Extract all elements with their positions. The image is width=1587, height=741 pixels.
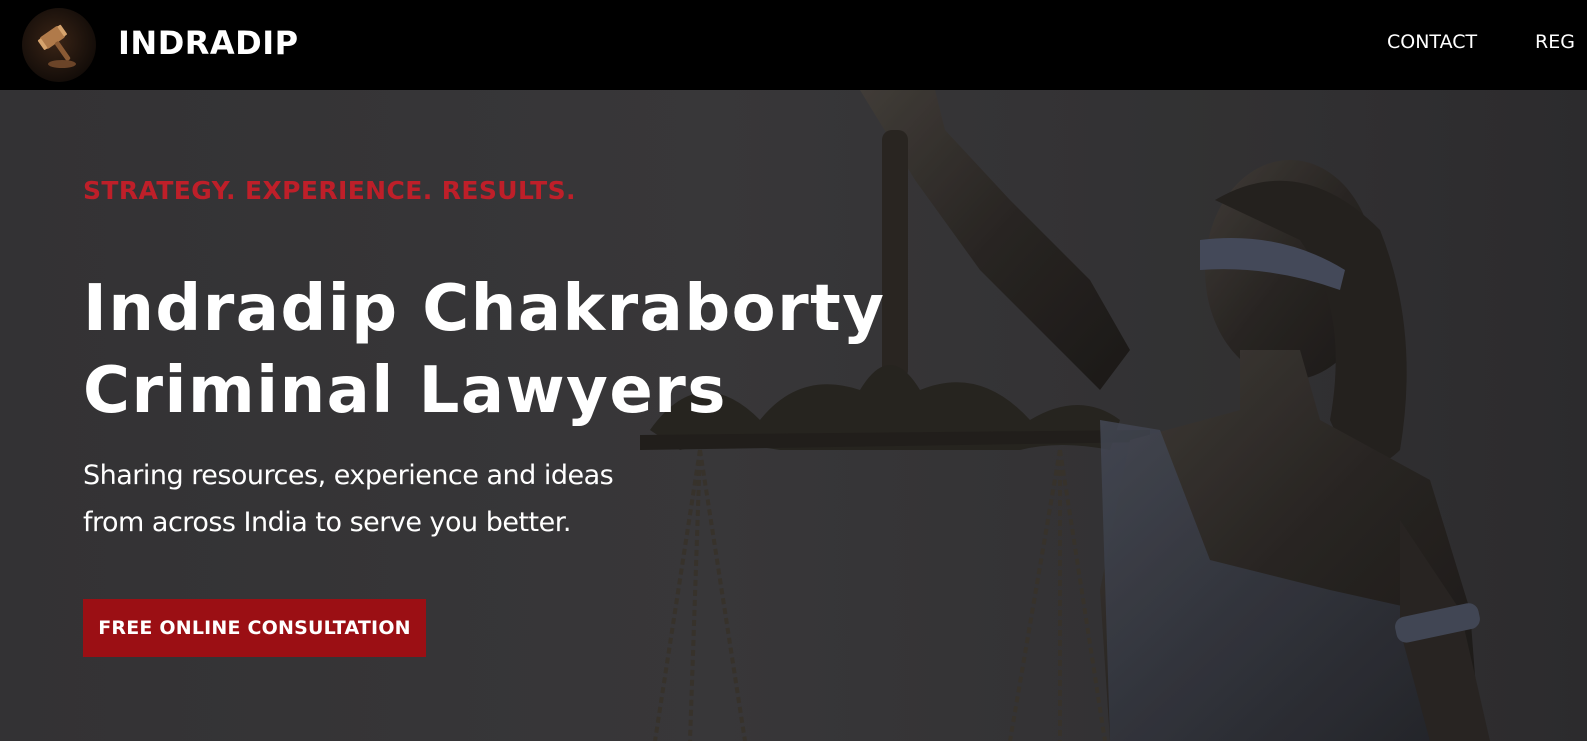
hero-title-line: Indradip Chakraborty xyxy=(83,272,886,346)
hero-tagline: STRATEGY. EXPERIENCE. RESULTS. xyxy=(83,176,576,205)
free-consultation-button[interactable]: FREE ONLINE CONSULTATION xyxy=(83,599,426,657)
hero-subtitle: Sharing resources, experience and ideas … xyxy=(83,452,614,546)
nav-register-link[interactable]: REG xyxy=(1535,31,1575,53)
hero-title: Indradip Chakraborty Criminal Lawyers xyxy=(83,268,885,432)
nav-contact-link[interactable]: CONTACT xyxy=(1387,31,1477,53)
logo[interactable] xyxy=(22,8,96,82)
gavel-icon xyxy=(37,24,76,68)
site-header: INDRADIP CONTACT REG xyxy=(0,0,1587,90)
brand-name[interactable]: INDRADIP xyxy=(118,24,299,62)
hero-title-line: Criminal Lawyers xyxy=(83,354,727,428)
hero-subtitle-line: from across India to serve you better. xyxy=(83,507,571,538)
landing-page: INDRADIP CONTACT REG STRATEGY. EXPERIENC… xyxy=(0,0,1587,741)
hero-subtitle-line: Sharing resources, experience and ideas xyxy=(83,460,614,491)
